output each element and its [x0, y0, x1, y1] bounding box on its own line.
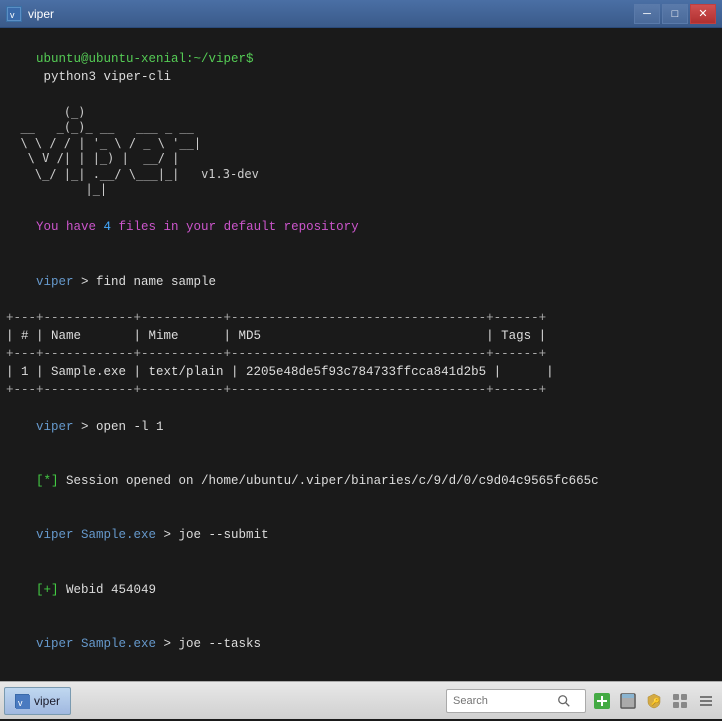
joe-submit-line: viper Sample.exe > joe --submit	[6, 508, 716, 562]
table-border-top: +---+------------+-----------+----------…	[6, 309, 716, 327]
webid-text: Webid 454049	[59, 583, 157, 597]
tray-add-icon[interactable]	[590, 689, 614, 713]
apps-icon	[672, 693, 688, 709]
taskbar-app-icon: v	[15, 694, 29, 708]
tray-security-icon[interactable]: 🔑	[642, 689, 666, 713]
find-command-line: viper > find name sample	[6, 254, 716, 308]
table-border-bot: +---+------------+-----------+----------…	[6, 381, 716, 399]
table-border-mid: +---+------------+-----------+----------…	[6, 345, 716, 363]
repo-info-line: You have 4 files in your default reposit…	[6, 200, 716, 254]
close-button[interactable]: ✕	[690, 4, 716, 24]
menu-icon	[698, 693, 714, 709]
bracket-star-session: [*]	[36, 474, 59, 488]
repo-info-text: You have 4 files in your default reposit…	[36, 220, 359, 234]
joe-tasks-line: viper Sample.exe > joe --tasks	[6, 617, 716, 671]
session-line: [*] Session opened on /home/ubuntu/.vipe…	[6, 454, 716, 508]
svg-text:🔑: 🔑	[651, 697, 660, 707]
title-bar-left: v viper	[6, 6, 54, 22]
sample-prompt-2: viper Sample.exe	[36, 637, 164, 651]
table-row-1: | 1 | Sample.exe | text/plain | 2205e48d…	[6, 363, 716, 381]
tray-apps-icon[interactable]	[668, 689, 692, 713]
tasks-header: [*] Tasks:	[6, 671, 716, 681]
initial-prompt-line: ubuntu@ubuntu-xenial:~/viper$ python3 vi…	[6, 32, 716, 105]
open-command-line: viper > open -l 1	[6, 399, 716, 453]
tray-window-icon[interactable]	[616, 689, 640, 713]
title-bar: v viper ─ □ ✕	[0, 0, 722, 28]
taskbar-app-viper[interactable]: v viper	[4, 687, 71, 715]
prompt-command: python3 viper-cli	[36, 70, 171, 84]
window-controls: ─ □ ✕	[634, 4, 716, 24]
viper-prompt: viper	[36, 275, 81, 289]
window-title: viper	[28, 7, 54, 21]
taskbar: v viper	[0, 681, 722, 719]
joe-submit-cmd: > joe --submit	[164, 528, 269, 542]
find-command: > find name sample	[81, 275, 216, 289]
maximize-button[interactable]: □	[662, 4, 688, 24]
webid-line: [+] Webid 454049	[6, 563, 716, 617]
sample-prompt-1: viper Sample.exe	[36, 528, 164, 542]
search-input[interactable]	[453, 695, 553, 707]
open-command: > open -l 1	[81, 420, 164, 434]
shield-icon: 🔑	[646, 693, 662, 709]
tray-menu-icon[interactable]	[694, 689, 718, 713]
terminal-area: ubuntu@ubuntu-xenial:~/viper$ python3 vi…	[0, 28, 722, 681]
taskbar-search[interactable]	[446, 689, 586, 713]
prompt-username: ubuntu@ubuntu-xenial:~/viper$	[36, 52, 254, 66]
viper-prompt-2: viper	[36, 420, 81, 434]
system-tray: 🔑	[590, 689, 718, 713]
joe-tasks-cmd: > joe --tasks	[164, 637, 262, 651]
minimize-button[interactable]: ─	[634, 4, 660, 24]
bracket-plus: [+]	[36, 583, 59, 597]
svg-text:v: v	[18, 698, 23, 708]
search-icon	[557, 694, 571, 708]
app-icon: v	[6, 6, 22, 22]
table-header: | # | Name | Mime | MD5 | Tags |	[6, 327, 716, 345]
svg-text:v: v	[10, 10, 15, 20]
taskbar-app-label: viper	[34, 694, 60, 708]
session-text: Session opened on /home/ubuntu/.viper/bi…	[59, 474, 599, 488]
window-icon	[620, 693, 636, 709]
ascii-art-viper: (_) __ _(_)_ __ ___ _ __ \ \ / / | '_ \ …	[6, 105, 716, 199]
add-icon	[594, 693, 610, 709]
